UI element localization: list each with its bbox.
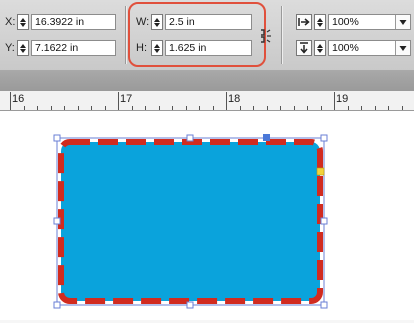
horizontal-ruler: 16 17 18 19 xyxy=(0,91,414,111)
ruler-minor-tick xyxy=(105,106,106,110)
ruler-minor-tick xyxy=(172,106,173,110)
scale-y-value: 100% xyxy=(332,42,359,54)
ruler-minor-tick xyxy=(64,106,65,110)
decrement-icon xyxy=(317,48,323,53)
scale-x-field[interactable]: 100% xyxy=(328,14,411,30)
scale-y-stepper[interactable] xyxy=(314,40,326,56)
divider xyxy=(281,6,283,64)
control-bar: X: 16.3922 in Y: 7.1622 in W: 2.5 in H: … xyxy=(0,0,414,71)
ruler-minor-tick xyxy=(402,106,403,110)
ruler-minor-tick xyxy=(213,106,214,110)
ruler-label: 17 xyxy=(120,93,133,105)
arrow-right-icon[interactable] xyxy=(296,14,312,30)
decrement-icon xyxy=(20,22,26,27)
ruler-minor-tick xyxy=(186,106,187,110)
y-label: Y: xyxy=(5,42,15,54)
document-tab-strip xyxy=(0,71,414,91)
ruler-minor-tick xyxy=(91,106,92,110)
ruler-label: 18 xyxy=(228,93,241,105)
ruler-major-tick xyxy=(226,92,227,110)
increment-icon xyxy=(317,17,323,22)
ruler-major-tick xyxy=(10,92,11,110)
ruler-minor-tick xyxy=(267,106,268,110)
y-stepper[interactable] xyxy=(17,40,29,56)
decrement-icon xyxy=(317,22,323,27)
ruler-major-tick xyxy=(118,92,119,110)
ruler-minor-tick xyxy=(348,106,349,110)
x-field[interactable]: 16.3922 in xyxy=(31,14,116,30)
increment-icon xyxy=(20,43,26,48)
resize-handle[interactable] xyxy=(186,301,194,309)
resize-handle[interactable] xyxy=(53,217,61,225)
ruler-label: 19 xyxy=(336,93,349,105)
highlight-ring xyxy=(128,2,266,67)
resize-handle[interactable] xyxy=(53,134,61,142)
ruler-label: 16 xyxy=(12,93,25,105)
ruler-minor-tick xyxy=(294,106,295,110)
selected-frame-fill[interactable] xyxy=(61,142,320,301)
increment-icon xyxy=(317,43,323,48)
resize-handle[interactable] xyxy=(53,301,61,309)
canvas-artwork xyxy=(53,134,328,309)
resize-handle[interactable] xyxy=(320,134,328,142)
ruler-minor-tick xyxy=(78,106,79,110)
ruler-minor-tick xyxy=(51,106,52,110)
chain-link-icon[interactable] xyxy=(258,27,274,45)
ruler-minor-tick xyxy=(240,106,241,110)
arrow-down-icon[interactable] xyxy=(296,40,312,56)
ruler-major-tick xyxy=(334,92,335,110)
divider xyxy=(125,6,127,64)
ruler-minor-tick xyxy=(361,106,362,110)
ruler-minor-tick xyxy=(280,106,281,110)
resize-handle[interactable] xyxy=(186,134,194,142)
y-field[interactable]: 7.1622 in xyxy=(31,40,116,56)
scale-x-stepper[interactable] xyxy=(314,14,326,30)
resize-handle[interactable] xyxy=(320,301,328,309)
ruler-minor-tick xyxy=(253,106,254,110)
x-stepper[interactable] xyxy=(17,14,29,30)
ruler-minor-tick xyxy=(307,106,308,110)
content-grabber-icon[interactable] xyxy=(263,134,270,141)
increment-icon xyxy=(20,17,26,22)
ruler-minor-tick xyxy=(321,106,322,110)
ruler-minor-tick xyxy=(388,106,389,110)
ruler-minor-tick xyxy=(375,106,376,110)
ruler-minor-tick xyxy=(24,106,25,110)
ruler-minor-tick xyxy=(37,106,38,110)
live-corner-icon[interactable] xyxy=(316,167,325,176)
scale-y-field[interactable]: 100% xyxy=(328,40,411,56)
resize-handle[interactable] xyxy=(320,217,328,225)
ruler-minor-tick xyxy=(145,106,146,110)
ruler-minor-tick xyxy=(159,106,160,110)
scale-x-value: 100% xyxy=(332,16,359,28)
x-label: X: xyxy=(5,16,16,28)
decrement-icon xyxy=(20,48,26,53)
chevron-down-icon[interactable] xyxy=(395,41,410,55)
chevron-down-icon[interactable] xyxy=(395,15,410,29)
ruler-minor-tick xyxy=(199,106,200,110)
ruler-minor-tick xyxy=(132,106,133,110)
document-canvas[interactable] xyxy=(0,111,414,320)
